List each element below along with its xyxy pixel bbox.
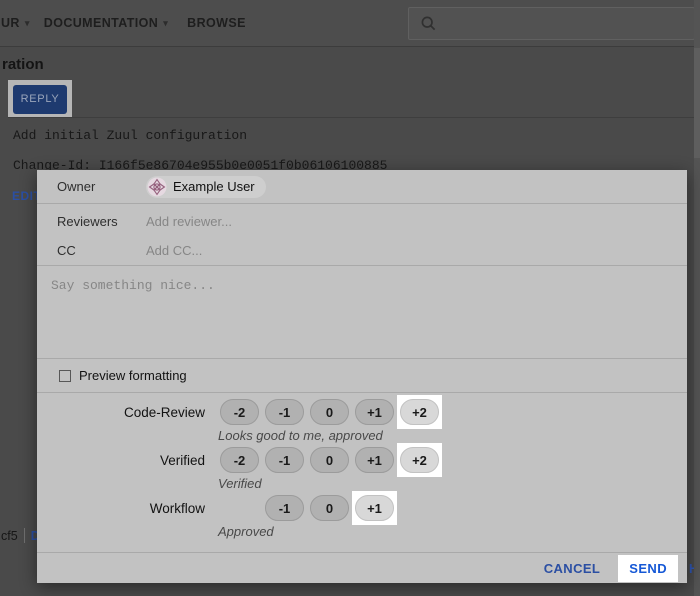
code-review-plus2-spotlight: +2 bbox=[397, 395, 442, 429]
reviewers-label: Reviewers bbox=[57, 214, 146, 229]
nav-documentation-menu[interactable]: DOCUMENTATION ▾ bbox=[44, 16, 168, 30]
workflow-buttons: -1 0 +1 bbox=[262, 491, 397, 525]
verified-vote-plus1[interactable]: +1 bbox=[355, 447, 394, 473]
code-review-vote-minus1[interactable]: -1 bbox=[265, 399, 304, 425]
chevron-down-icon: ▾ bbox=[163, 19, 168, 28]
search-input[interactable] bbox=[437, 8, 694, 39]
review-message-textarea[interactable] bbox=[37, 266, 687, 358]
workflow-plus1-spotlight: +1 bbox=[352, 491, 397, 525]
add-cc-input[interactable] bbox=[146, 236, 687, 265]
owner-name: Example User bbox=[173, 179, 255, 194]
top-navigation-bar: UR ▾ DOCUMENTATION ▾ BROWSE bbox=[0, 0, 700, 47]
footer-divider bbox=[24, 528, 25, 543]
verified-plus2-spotlight: +2 bbox=[397, 443, 442, 477]
send-button-spotlight: SEND bbox=[618, 555, 678, 582]
nav-browse-label: BROWSE bbox=[187, 16, 246, 30]
reply-button-spotlight: REPLY bbox=[8, 80, 72, 118]
code-review-vote-plus1[interactable]: +1 bbox=[355, 399, 394, 425]
workflow-vote-plus1[interactable]: +1 bbox=[355, 495, 394, 521]
chevron-down-icon: ▾ bbox=[25, 19, 30, 28]
verified-label: Verified bbox=[37, 453, 205, 468]
screen: UR ▾ DOCUMENTATION ▾ BROWSE ration REPLY… bbox=[0, 0, 700, 596]
code-review-description: Looks good to me, approved bbox=[218, 429, 687, 443]
workflow-vote-minus1[interactable]: -1 bbox=[265, 495, 304, 521]
avatar bbox=[147, 177, 167, 197]
labels-voting-section: Code-Review -2 -1 0 +1 +2 Looks good to … bbox=[37, 393, 687, 552]
cancel-button[interactable]: CANCEL bbox=[538, 555, 607, 582]
code-review-row: Code-Review -2 -1 0 +1 +2 bbox=[37, 395, 687, 429]
send-button[interactable]: SEND bbox=[618, 555, 678, 582]
reply-dialog: Owner Example User Reviewers bbox=[37, 170, 687, 583]
review-message-section bbox=[37, 266, 687, 359]
owner-label: Owner bbox=[57, 179, 146, 194]
code-review-label: Code-Review bbox=[37, 405, 205, 420]
code-review-vote-0[interactable]: 0 bbox=[310, 399, 349, 425]
code-review-vote-minus2[interactable]: -2 bbox=[220, 399, 259, 425]
owner-chip[interactable]: Example User bbox=[146, 176, 266, 198]
search-icon bbox=[420, 15, 437, 32]
workflow-description: Approved bbox=[218, 525, 687, 539]
cc-row: CC bbox=[57, 236, 687, 265]
preview-formatting-checkbox[interactable] bbox=[59, 370, 71, 382]
code-review-vote-plus2[interactable]: +2 bbox=[400, 399, 439, 425]
verified-buttons: -2 -1 0 +1 +2 bbox=[217, 443, 442, 477]
search-box bbox=[408, 7, 695, 40]
section-divider bbox=[8, 117, 694, 118]
commit-message-line: Add initial Zuul configuration bbox=[13, 128, 247, 143]
nav-documentation-label: DOCUMENTATION bbox=[44, 16, 158, 30]
reviewers-section: Reviewers CC bbox=[37, 204, 687, 266]
nav-browse-link[interactable]: BROWSE bbox=[187, 16, 246, 30]
dialog-action-bar: CANCEL SEND bbox=[37, 552, 687, 583]
verified-vote-minus1[interactable]: -1 bbox=[265, 447, 304, 473]
add-reviewer-input[interactable] bbox=[146, 207, 687, 236]
change-title: ration bbox=[2, 56, 44, 73]
verified-vote-minus2[interactable]: -2 bbox=[220, 447, 259, 473]
scrollbar-thumb[interactable] bbox=[694, 48, 700, 158]
workflow-label: Workflow bbox=[37, 501, 205, 516]
verified-vote-plus2[interactable]: +2 bbox=[400, 447, 439, 473]
workflow-vote-0[interactable]: 0 bbox=[310, 495, 349, 521]
owner-row: Owner Example User bbox=[37, 170, 687, 204]
nav-your-menu[interactable]: UR ▾ bbox=[1, 16, 30, 30]
preview-formatting-row: Preview formatting bbox=[37, 359, 687, 393]
scrollbar-track[interactable] bbox=[694, 0, 700, 596]
nav-your-label: UR bbox=[1, 16, 20, 30]
verified-row: Verified -2 -1 0 +1 +2 bbox=[37, 443, 687, 477]
verified-description: Verified bbox=[218, 477, 687, 491]
cc-label: CC bbox=[57, 243, 146, 258]
code-review-buttons: -2 -1 0 +1 +2 bbox=[217, 395, 442, 429]
patchset-footer: cf5 D bbox=[1, 528, 40, 543]
workflow-row: Workflow -1 0 +1 bbox=[37, 491, 687, 525]
reply-button[interactable]: REPLY bbox=[13, 85, 67, 114]
reviewers-row: Reviewers bbox=[57, 207, 687, 236]
preview-formatting-label: Preview formatting bbox=[79, 368, 187, 383]
verified-vote-0[interactable]: 0 bbox=[310, 447, 349, 473]
commit-hash-fragment: cf5 bbox=[1, 529, 18, 543]
